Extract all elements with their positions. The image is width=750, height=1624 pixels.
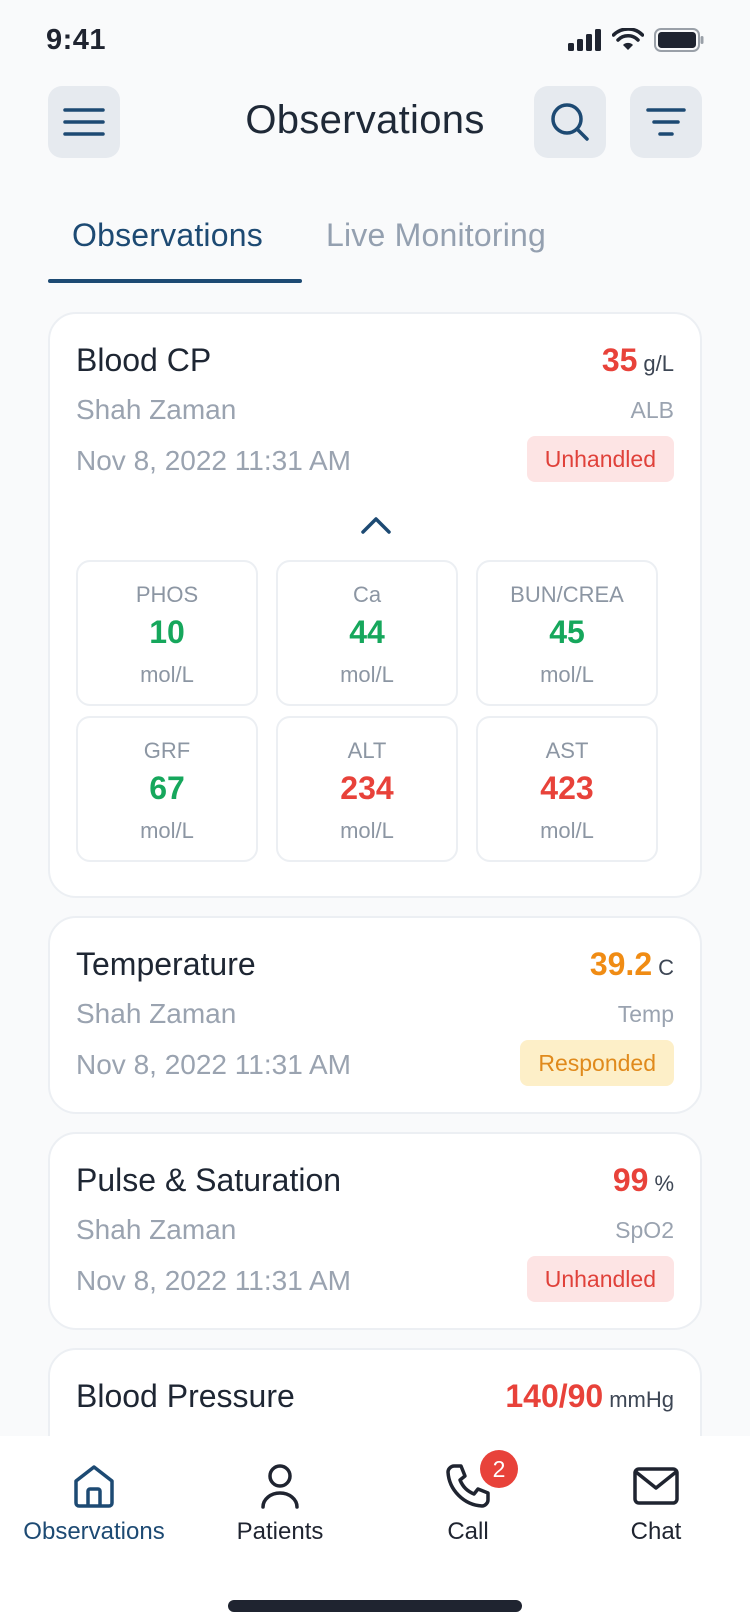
- tab-bar: Observations Live Monitoring: [48, 205, 698, 285]
- patient-name: Shah Zaman: [76, 394, 237, 425]
- observation-value: 99%: [613, 1162, 674, 1199]
- nav-icon-wrapper: 2: [378, 1450, 558, 1512]
- observation-value-number: 35: [601, 342, 638, 378]
- observation-code: Temp: [617, 1001, 674, 1027]
- observation-unit: %: [654, 1171, 674, 1196]
- filter-button[interactable]: [630, 86, 702, 158]
- metric-tile: ALT 234 mol/L: [276, 716, 458, 862]
- observation-value: 140/90 mmHg: [505, 1378, 674, 1415]
- observation-datetime: Nov 8, 2022 11:31 AM: [76, 1265, 351, 1296]
- metric-value: 67: [149, 770, 185, 806]
- observation-title: Blood Pressure: [76, 1378, 295, 1414]
- call-badge: 2: [480, 1450, 518, 1488]
- nav-observations[interactable]: Observations: [4, 1460, 184, 1546]
- status-badge: Responded: [520, 1040, 674, 1086]
- metric-unit: mol/L: [540, 662, 594, 687]
- active-tab-indicator: [48, 279, 302, 283]
- battery-icon: [654, 28, 704, 52]
- metric-value: 234: [340, 770, 394, 806]
- patient-name: Shah Zaman: [76, 1214, 237, 1245]
- metric-unit: mol/L: [340, 818, 394, 843]
- status-badge: Unhandled: [526, 436, 674, 482]
- home-icon: [4, 1460, 184, 1512]
- observation-card-temperature[interactable]: Temperature 39.2 C Shah Zaman Temp Nov 8,…: [48, 916, 702, 1114]
- signal-icon: [568, 29, 601, 51]
- metric-tile: Ca 44 mol/L: [276, 560, 458, 706]
- search-icon: [551, 103, 589, 141]
- metric-label: ALT: [347, 738, 387, 763]
- metric-value: 10: [149, 614, 185, 650]
- metric-label: GRF: [143, 738, 191, 763]
- tab-live-monitoring[interactable]: Live Monitoring: [326, 217, 546, 254]
- metric-label: Ca: [352, 582, 382, 607]
- search-button[interactable]: [534, 86, 606, 158]
- observation-card-pulse-saturation[interactable]: Pulse & Saturation 99% Shah Zaman SpO2 N…: [48, 1132, 702, 1330]
- observation-title: Temperature: [76, 946, 256, 982]
- observation-unit: mmHg: [609, 1387, 674, 1412]
- metric-unit: mol/L: [140, 662, 194, 687]
- chevron-up-icon: [361, 517, 391, 534]
- nav-label: Observations: [23, 1518, 165, 1545]
- observation-value-number: 140/90: [505, 1378, 604, 1414]
- metric-value: 44: [349, 614, 385, 650]
- observation-value-number: 99: [612, 1162, 649, 1198]
- status-time: 9:41: [46, 24, 107, 56]
- observation-title: Pulse & Saturation: [76, 1162, 342, 1198]
- observation-code: ALB: [630, 397, 674, 423]
- patient-name: Shah Zaman: [76, 998, 237, 1029]
- metric-value: 45: [549, 614, 585, 650]
- nav-chat[interactable]: Chat: [566, 1460, 746, 1546]
- nav-call[interactable]: 2 Call: [378, 1450, 558, 1546]
- metric-tile: PHOS 10 mol/L: [76, 560, 258, 706]
- observation-value: 39.2 C: [590, 946, 674, 983]
- observation-datetime: Nov 8, 2022 11:31 AM: [76, 1049, 351, 1080]
- metric-label: PHOS: [135, 582, 199, 607]
- metric-tile: GRF 67 mol/L: [76, 716, 258, 862]
- status-icons: [568, 28, 704, 52]
- tab-observations[interactable]: Observations: [72, 217, 263, 254]
- observation-datetime: Nov 8, 2022 11:31 AM: [76, 445, 351, 476]
- observation-card-blood-cp[interactable]: Blood CP 35 g/L Shah Zaman ALB Nov 8, 202…: [48, 312, 702, 898]
- observation-code: SpO2: [615, 1217, 674, 1243]
- observation-value: 35 g/L: [602, 342, 674, 379]
- nav-label: Patients: [236, 1518, 324, 1545]
- status-bar: 9:41: [0, 0, 750, 88]
- observation-value-number: 39.2: [589, 946, 653, 982]
- collapse-button[interactable]: [350, 509, 402, 541]
- metric-tile: AST 423 mol/L: [476, 716, 658, 862]
- metric-unit: mol/L: [340, 662, 394, 687]
- metric-unit: mol/L: [540, 818, 594, 843]
- observation-title: Blood CP: [76, 342, 212, 378]
- filter-icon: [646, 108, 686, 136]
- nav-label: Call: [447, 1518, 489, 1545]
- user-icon: [190, 1460, 370, 1512]
- nav-label: Chat: [630, 1518, 682, 1545]
- status-badge: Unhandled: [526, 1256, 674, 1302]
- bottom-nav: Observations Patients 2 Call Chat: [0, 1436, 750, 1624]
- metric-label: AST: [545, 738, 589, 763]
- observation-unit: g/L: [643, 351, 674, 376]
- metric-label: BUN/CREA: [510, 582, 624, 607]
- app-header: Observations: [0, 86, 750, 158]
- home-indicator[interactable]: [228, 1600, 522, 1612]
- nav-patients[interactable]: Patients: [190, 1460, 370, 1546]
- metric-value: 423: [540, 770, 594, 806]
- metric-tile: BUN/CREA 45 mol/L: [476, 560, 658, 706]
- observation-unit: C: [658, 955, 674, 980]
- wifi-icon: [612, 28, 644, 50]
- mail-icon: [566, 1460, 746, 1512]
- metric-unit: mol/L: [140, 818, 194, 843]
